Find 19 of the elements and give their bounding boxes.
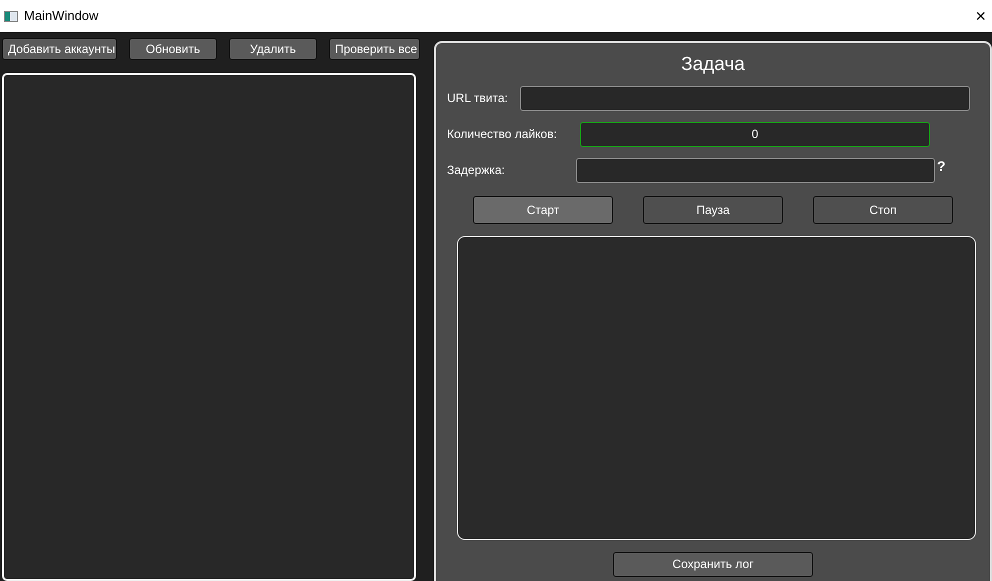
input-field[interactable] <box>576 158 935 182</box>
toolbar-button[interactable]: Удалить <box>228 38 317 60</box>
field-label: Задержка: <box>447 162 506 179</box>
input-field[interactable] <box>520 86 970 110</box>
app-icon <box>4 10 18 22</box>
field-label: Количество лайков: <box>447 126 558 143</box>
control-button[interactable]: Пауза <box>643 196 783 224</box>
control-button[interactable]: Старт <box>473 196 613 224</box>
input-field[interactable]: 0 <box>580 122 930 146</box>
save-log-button[interactable]: Сохранить лог <box>613 552 813 576</box>
help-mark: ? <box>937 156 946 176</box>
panel-title: Задача <box>681 53 745 77</box>
toolbar-button[interactable]: Обновить <box>128 38 217 60</box>
window-title: MainWindow <box>24 7 98 26</box>
close-button[interactable]: × <box>973 7 988 25</box>
toolbar-button[interactable]: Добавить аккаунты <box>2 38 117 60</box>
toolbar-button[interactable]: Проверить все <box>328 38 420 60</box>
field-label: URL твита: <box>447 90 509 107</box>
control-button[interactable]: Стоп <box>813 196 953 224</box>
